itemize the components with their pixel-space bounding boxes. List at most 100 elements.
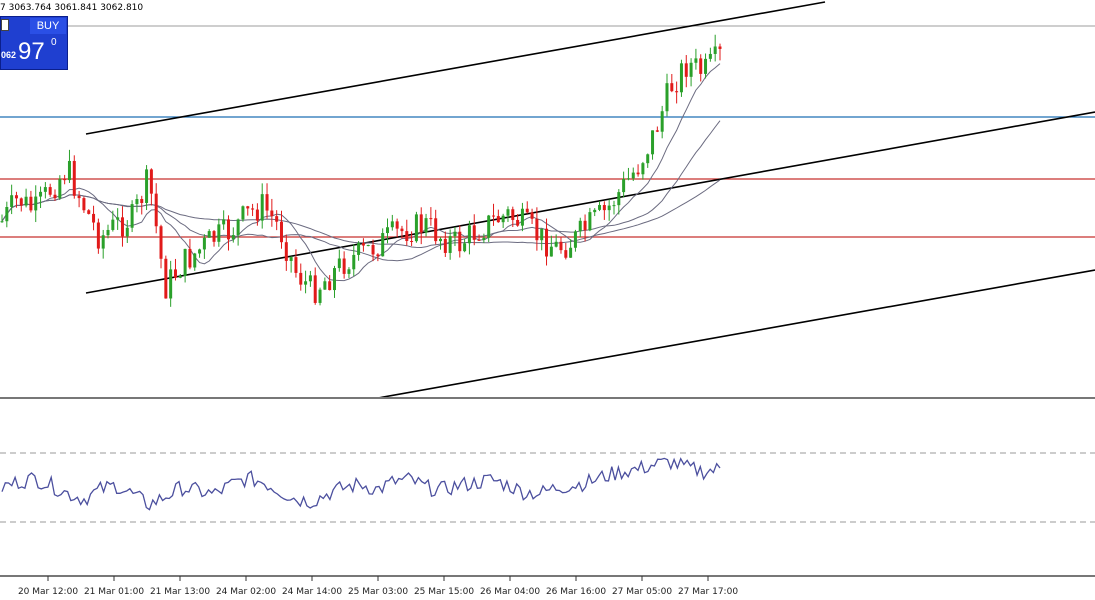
channel-lower-line[interactable] — [377, 269, 1095, 399]
candle-body — [439, 238, 443, 242]
candle-body — [376, 254, 380, 257]
candle-body — [684, 63, 688, 77]
oscillator-panel — [0, 452, 1095, 523]
candle-body — [670, 83, 674, 92]
candle-body — [222, 219, 226, 225]
candle-body — [641, 163, 645, 175]
candle-body — [636, 172, 640, 175]
time-axis-label: 20 Mar 12:00 — [18, 587, 78, 597]
moving-average-mid — [1, 120, 721, 262]
candle-body — [231, 235, 235, 240]
candle-body — [217, 224, 221, 242]
candle-body — [241, 206, 245, 220]
time-axis-label: 27 Mar 05:00 — [612, 587, 672, 597]
candle-body — [251, 208, 255, 210]
candle-body — [130, 204, 134, 228]
candle-body — [29, 196, 33, 211]
candle-body — [226, 219, 230, 240]
candle-body — [135, 199, 139, 205]
price-chart[interactable]: 20 Mar 12:00 21 Mar 01:00 21 Mar 13:00 24 M… — [0, 0, 1095, 600]
candle-body — [188, 248, 192, 268]
time-axis-label: 21 Mar 13:00 — [150, 587, 210, 597]
candle-body — [598, 205, 602, 210]
candle-body — [549, 246, 553, 257]
candle-body — [284, 242, 288, 261]
candle-body — [48, 187, 52, 195]
candle-body — [704, 58, 708, 74]
buy-button[interactable]: BUY — [30, 18, 66, 34]
candle-body — [53, 194, 57, 199]
candle-body — [120, 217, 124, 237]
candle-body — [140, 199, 144, 203]
buy-price-prefix: 062 — [1, 50, 17, 60]
oscillator-line — [1, 457, 721, 511]
candle-body — [395, 221, 399, 229]
candle-body — [617, 192, 621, 206]
time-axis-label: 27 Mar 17:00 — [678, 587, 738, 597]
lot-size-field[interactable] — [1, 19, 9, 31]
candle-body — [0, 221, 4, 223]
candle-body — [101, 235, 105, 249]
candle-body — [72, 160, 76, 196]
candle-body — [67, 160, 71, 181]
candle-body — [405, 231, 409, 241]
candle-body — [530, 212, 534, 219]
time-axis-label: 26 Mar 04:00 — [480, 587, 540, 597]
candle-body — [487, 215, 491, 238]
candle-body — [347, 269, 351, 274]
candle-body — [482, 237, 486, 240]
candle-body — [357, 243, 361, 255]
candle-body — [675, 91, 679, 93]
candle-body — [173, 269, 177, 278]
time-axis-label: 25 Mar 15:00 — [414, 587, 474, 597]
candle-body — [540, 228, 544, 241]
candle-body — [10, 195, 14, 207]
candle-body — [525, 208, 529, 213]
candle-body — [149, 169, 153, 194]
candle-body — [255, 209, 259, 221]
candle-body — [260, 194, 264, 221]
candle-body — [337, 258, 341, 269]
candle-body — [419, 214, 423, 233]
candle-body — [352, 254, 356, 270]
candle-body — [631, 172, 635, 179]
candle-body — [429, 218, 433, 220]
channel-middle-line[interactable] — [85, 111, 1095, 294]
candle-body — [458, 231, 462, 252]
candle-body — [564, 250, 568, 258]
candle-body — [313, 275, 317, 303]
candle-body — [492, 215, 496, 217]
candle-body — [328, 281, 332, 291]
candle-body — [626, 178, 630, 180]
candle-body — [713, 46, 717, 54]
ohlc-readout: 7 3063.764 3061.841 3062.810 — [0, 3, 144, 13]
candle-body — [699, 58, 703, 74]
candle-body — [275, 216, 279, 222]
candle-body — [77, 195, 81, 199]
candle-body — [111, 219, 115, 230]
candle-body — [34, 196, 38, 211]
one-click-trading-panel[interactable]: BUY 062 97 0 — [0, 16, 68, 70]
candle-body — [424, 218, 428, 233]
candle-body — [159, 226, 163, 259]
candle-body — [236, 219, 240, 236]
candle-body — [400, 228, 404, 232]
candle-body — [207, 231, 211, 238]
candle-body — [453, 231, 457, 237]
candle-body — [386, 227, 390, 234]
candle-body — [24, 196, 28, 206]
candle-body — [646, 154, 650, 164]
candle-body — [689, 62, 693, 77]
candle-body — [116, 217, 120, 220]
candle-body — [366, 245, 370, 247]
candle-body — [665, 83, 669, 112]
candle-body — [212, 231, 216, 242]
candle-body — [573, 231, 577, 248]
candle-body — [265, 194, 269, 211]
candle-body — [496, 216, 500, 223]
time-axis-label: 26 Mar 16:00 — [546, 587, 606, 597]
candle-body — [5, 206, 9, 222]
candle-body — [434, 218, 438, 242]
candle-body — [583, 220, 587, 231]
candle-body — [467, 225, 471, 244]
